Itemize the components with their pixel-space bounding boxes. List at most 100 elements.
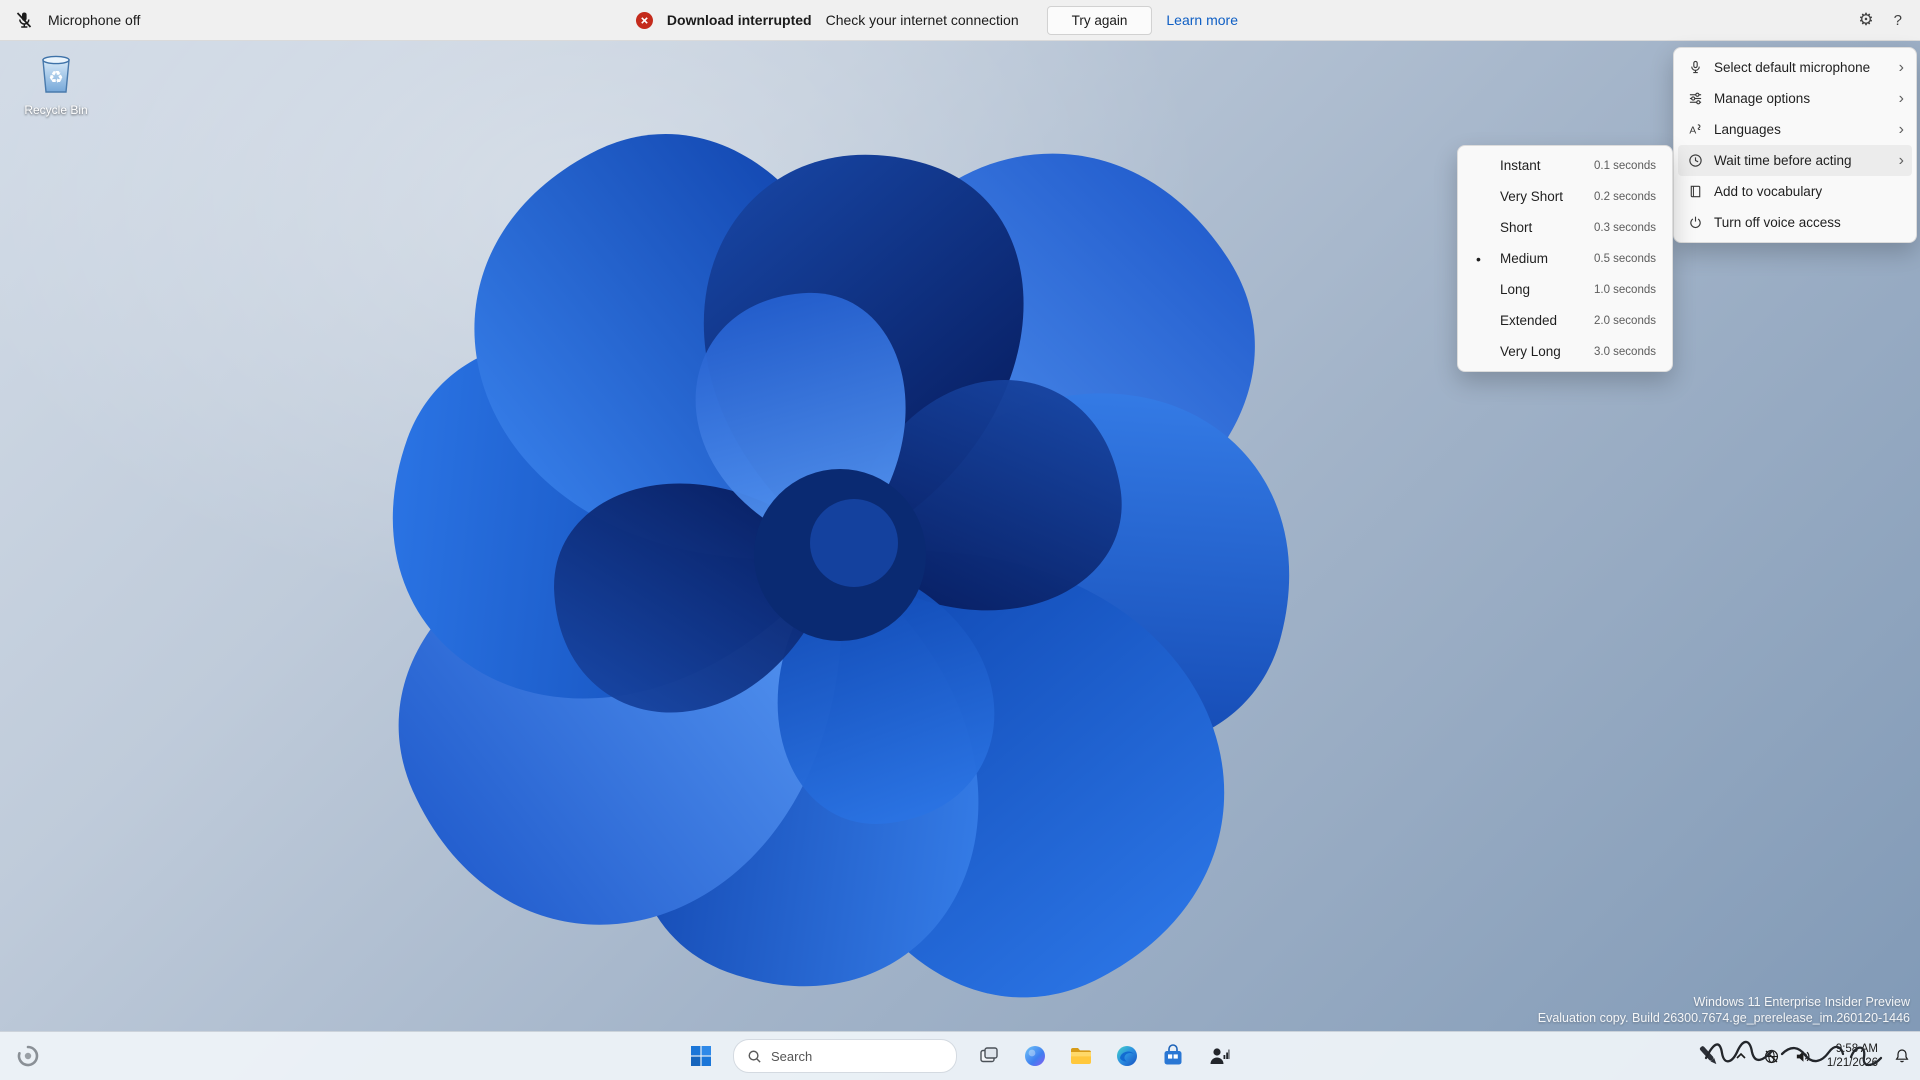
sliders-icon [1686, 91, 1704, 106]
submenu-item-label: Extended [1500, 313, 1558, 328]
widgets-swirl-icon [17, 1045, 39, 1067]
menu-item-turn-off-voice-access[interactable]: Turn off voice access [1678, 207, 1912, 238]
submenu-item-label: Very Short [1500, 189, 1564, 204]
learn-more-link[interactable]: Learn more [1166, 12, 1238, 28]
submenu-item-value: 0.5 seconds [1593, 252, 1656, 265]
hidden-icons-button[interactable] [1727, 1040, 1755, 1072]
submenu-item-short[interactable]: Short 0.3 seconds [1462, 212, 1668, 243]
task-view-icon [980, 1047, 998, 1063]
watermark-line1: Windows 11 Enterprise Insider Preview [1693, 995, 1910, 1009]
mic-status-text: Microphone off [48, 12, 141, 28]
submenu-item-label: Short [1500, 220, 1533, 235]
recycle-bin-icon: ♻ [42, 55, 70, 93]
taskbar-search-box[interactable]: Search [733, 1039, 957, 1073]
chevron-right-icon: › [1898, 58, 1904, 76]
menu-item-label: Wait time before acting [1714, 153, 1852, 168]
insider-watermark: Windows 11 Enterprise Insider Preview Ev… [1538, 994, 1910, 1026]
pen-tool-button[interactable] [1694, 1040, 1724, 1072]
network-button[interactable] [1758, 1040, 1786, 1072]
menu-item-label: Turn off voice access [1714, 215, 1841, 230]
search-icon [748, 1050, 761, 1063]
submenu-item-value: 0.1 seconds [1593, 159, 1656, 172]
taskbar-clock[interactable]: 9:58 AM 1/21/2026 [1820, 1042, 1885, 1070]
system-tray: 9:58 AM 1/21/2026 [1694, 1032, 1916, 1080]
try-again-button[interactable]: Try again [1046, 5, 1153, 35]
notification-bell-icon [1895, 1049, 1909, 1063]
edge-icon [1117, 1046, 1137, 1066]
submenu-item-label: Long [1500, 282, 1531, 297]
menu-item-languages[interactable]: A Languages › [1678, 114, 1912, 145]
submenu-item-instant[interactable]: Instant 0.1 seconds [1462, 150, 1668, 181]
start-button[interactable] [681, 1036, 721, 1076]
widgets-button[interactable] [8, 1036, 48, 1076]
menu-item-label: Languages [1714, 122, 1781, 137]
submenu-item-very-short[interactable]: Very Short 0.2 seconds [1462, 181, 1668, 212]
submenu-item-value: 1.0 seconds [1593, 283, 1656, 296]
task-view-button[interactable] [969, 1036, 1009, 1076]
voice-bar-notification: Download interrupted Check your internet… [635, 0, 1238, 40]
chevron-right-icon: › [1898, 120, 1904, 138]
tray-time: 9:58 AM [1835, 1043, 1878, 1055]
chevron-right-icon: › [1898, 89, 1904, 107]
submenu-item-value: 0.2 seconds [1593, 190, 1656, 203]
microsoft-store-icon [1164, 1044, 1182, 1065]
error-icon [635, 11, 653, 29]
tray-date: 1/21/2026 [1826, 1057, 1878, 1069]
file-explorer-button[interactable] [1061, 1036, 1101, 1076]
submenu-item-value: 3.0 seconds [1593, 345, 1656, 358]
submenu-item-label: Very Long [1500, 344, 1561, 359]
wait-time-submenu: Instant 0.1 seconds Very Short 0.2 secon… [1457, 145, 1673, 372]
book-icon [1686, 184, 1704, 199]
submenu-item-very-long[interactable]: Very Long 3.0 seconds [1462, 336, 1668, 367]
selected-bullet-icon: • [1476, 250, 1481, 267]
edge-button[interactable] [1107, 1036, 1147, 1076]
windows-logo-icon [691, 1046, 711, 1066]
submenu-item-label: Instant [1500, 158, 1541, 173]
copilot-icon [1025, 1046, 1045, 1066]
chevron-up-icon [1736, 1052, 1746, 1059]
voice-bar-left: Microphone off [0, 6, 140, 34]
store-button[interactable] [1153, 1036, 1193, 1076]
volume-icon [1797, 1050, 1810, 1062]
search-placeholder: Search [771, 1048, 813, 1064]
menu-item-label: Add to vocabulary [1714, 184, 1823, 199]
svg-text:A: A [1689, 126, 1696, 137]
microphone-icon [1686, 60, 1704, 75]
clock-icon [1686, 153, 1704, 168]
submenu-item-long[interactable]: Long 1.0 seconds [1462, 274, 1668, 305]
recycle-bin-label: Recycle Bin [24, 103, 88, 117]
language-icon: A [1686, 122, 1704, 137]
watermark-line2: Evaluation copy. Build 26300.7674.ge_pre… [1537, 1011, 1910, 1025]
voice-access-app-button[interactable] [1199, 1036, 1239, 1076]
microphone-toggle-button[interactable] [10, 6, 38, 34]
submenu-item-label: Medium [1500, 251, 1549, 266]
voice-access-icon [1210, 1048, 1230, 1064]
chevron-right-icon: › [1898, 151, 1904, 169]
pen-icon [1699, 1046, 1717, 1065]
microphone-off-icon [16, 12, 32, 28]
submenu-item-value: 2.0 seconds [1593, 314, 1656, 327]
menu-item-label: Manage options [1714, 91, 1811, 106]
power-icon [1686, 215, 1704, 230]
notification-center-button[interactable] [1888, 1040, 1916, 1072]
copilot-button[interactable] [1015, 1036, 1055, 1076]
settings-gear-icon[interactable]: ⚙ [1858, 10, 1873, 30]
notification-message: Check your internet connection [825, 12, 1019, 28]
voice-bar-right: ⚙ ? [1858, 10, 1920, 30]
recycle-bin[interactable]: ♻ Recycle Bin [14, 50, 98, 117]
help-icon[interactable]: ? [1894, 12, 1902, 29]
menu-item-manage-options[interactable]: Manage options › [1678, 83, 1912, 114]
submenu-item-value: 0.3 seconds [1593, 221, 1656, 234]
menu-item-wait-time-before-acting[interactable]: Wait time before acting › [1678, 145, 1912, 176]
volume-button[interactable] [1789, 1040, 1817, 1072]
taskbar: Search 9:58 AM 1/21/2026 [0, 1031, 1920, 1080]
svg-text:♻: ♻ [48, 68, 63, 88]
voice-access-bar: Microphone off Download interrupted Chec… [0, 0, 1920, 41]
submenu-item-extended[interactable]: Extended 2.0 seconds [1462, 305, 1668, 336]
voice-access-settings-menu: Select default microphone › Manage optio… [1673, 47, 1917, 243]
submenu-item-medium[interactable]: • Medium 0.5 seconds [1462, 243, 1668, 274]
menu-item-add-to-vocabulary[interactable]: Add to vocabulary [1678, 176, 1912, 207]
no-internet-icon [1765, 1049, 1779, 1063]
menu-item-select-default-microphone[interactable]: Select default microphone › [1678, 52, 1912, 83]
notification-title: Download interrupted [666, 12, 812, 28]
